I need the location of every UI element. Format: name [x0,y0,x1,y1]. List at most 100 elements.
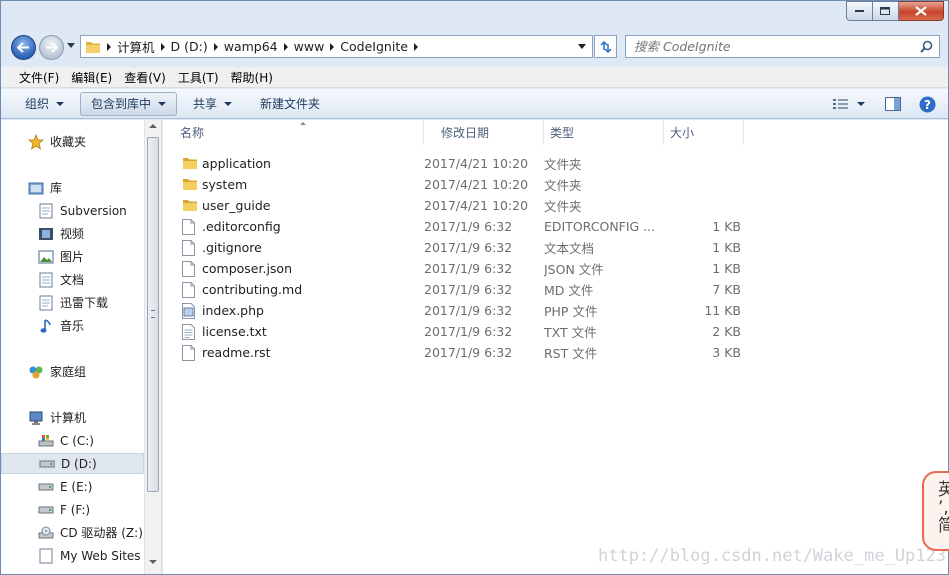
file-row[interactable]: index.php 2017/1/9 6:32 PHP 文件 11 KB [163,300,763,321]
nav-favorites-label: 收藏夹 [50,135,87,149]
file-name-cell[interactable]: system [163,177,424,193]
file-name: license.txt [202,324,267,339]
nav-music-label: 音乐 [60,319,85,333]
file-size: 1 KB [712,261,741,276]
nav-homegroup[interactable]: 家庭组 [1,361,144,382]
nav-drive-d[interactable]: D (D:) [1,453,144,474]
nav-xunlei-downloads[interactable]: 迅雷下载 [1,292,144,313]
scroll-down-arrow-icon[interactable] [149,560,157,564]
breadcrumb-wamp64[interactable]: wamp64 [224,39,278,54]
folder-icon [86,41,100,53]
file-name-cell[interactable]: composer.json [163,260,424,277]
search-box[interactable] [625,35,940,58]
organize-button[interactable]: 组织 [15,92,74,116]
help-button[interactable]: ? [911,92,948,116]
nav-my-web-sites[interactable]: My Web Sites [1,545,144,566]
close-button[interactable] [899,1,944,21]
file-name-cell[interactable]: license.txt [163,323,424,340]
nav-drive-e[interactable]: E (E:) [1,476,144,497]
nav-pictures[interactable]: 图片 [1,246,144,267]
change-view-button[interactable] [829,92,853,116]
file-name-cell[interactable]: contributing.md [163,281,424,298]
refresh-button[interactable] [594,35,617,58]
column-header-size[interactable]: 大小 [664,120,744,145]
preview-pane-icon [885,97,901,111]
nav-cd-drive[interactable]: CD 驱动器 (Z:) [1,522,144,543]
breadcrumb-separator[interactable] [107,42,111,51]
back-button[interactable] [11,35,36,60]
include-in-library-button[interactable]: 包含到库中 [80,91,178,116]
file-row[interactable]: system 2017/4/21 10:20 文件夹 [163,174,763,195]
column-header-name[interactable]: 名称 [163,120,424,145]
file-type: MD 文件 [544,283,594,298]
file-date: 2017/1/9 6:32 [424,345,513,360]
file-name: .editorconfig [202,219,281,234]
view-options-dropdown[interactable] [853,92,875,116]
breadcrumb-drive-d[interactable]: D (D:) [171,39,208,54]
nav-libraries[interactable]: 库 [1,177,144,198]
file-row[interactable]: user_guide 2017/4/21 10:20 文件夹 [163,195,763,216]
file-row[interactable]: contributing.md 2017/1/9 6:32 MD 文件 7 KB [163,279,763,300]
nav-drive-f[interactable]: F (F:) [1,499,144,520]
address-bar[interactable]: 计算机 D (D:) wamp64 www CodeIgnite [80,35,593,58]
file-name-cell[interactable]: index.php [163,302,424,319]
nav-computer[interactable]: 计算机 [1,407,144,428]
menu-tools[interactable]: 工具(T) [172,69,225,86]
refresh-icon [599,40,612,53]
breadcrumb-www[interactable]: www [294,39,325,54]
file-name-cell[interactable]: .gitignore [163,239,424,256]
menu-edit[interactable]: 编辑(E) [65,69,118,86]
search-input[interactable] [626,39,906,54]
file-icon [182,281,196,298]
search-icon[interactable] [920,40,933,53]
file-row[interactable]: application 2017/4/21 10:20 文件夹 [163,153,763,174]
nav-drive-c-label: C (C:) [60,433,94,448]
hard-drive-icon [38,479,54,495]
nav-documents[interactable]: 文档 [1,269,144,290]
file-name-cell[interactable]: .editorconfig [163,218,424,235]
nav-scrollbar[interactable] [144,120,161,574]
nav-drive-c[interactable]: C (C:) [1,430,144,451]
breadcrumb-codeignite[interactable]: CodeIgnite [340,39,408,54]
new-folder-button[interactable]: 新建文件夹 [250,92,330,116]
minimize-button[interactable] [846,1,873,21]
file-date: 2017/1/9 6:32 [424,261,513,276]
scroll-grip [151,310,155,318]
menu-help[interactable]: 帮助(H) [225,69,279,86]
breadcrumb-separator[interactable] [213,42,218,51]
file-row[interactable]: license.txt 2017/1/9 6:32 TXT 文件 2 KB [163,321,763,342]
sort-ascending-icon [300,122,306,125]
breadcrumb-computer[interactable]: 计算机 [117,37,155,56]
column-header-date[interactable]: 修改日期 [424,120,544,145]
file-date: 2017/1/9 6:32 [424,240,513,255]
nav-music[interactable]: 音乐 [1,315,144,336]
breadcrumb-separator[interactable] [413,42,418,51]
address-dropdown-icon[interactable] [578,44,586,49]
menu-view[interactable]: 查看(V) [118,69,172,86]
share-button[interactable]: 共享 [183,92,242,116]
file-row[interactable]: .editorconfig 2017/1/9 6:32 EDITORCONFIG .… [163,216,763,237]
breadcrumb-separator[interactable] [160,42,165,51]
file-name-cell[interactable]: application [163,156,424,172]
preview-pane-button[interactable] [875,92,911,116]
nav-libraries-label: 库 [50,181,63,195]
menu-file[interactable]: 文件(F) [13,69,65,86]
breadcrumb-separator[interactable] [330,42,335,51]
file-date: 2017/1/9 6:32 [424,219,513,234]
file-row[interactable]: .gitignore 2017/1/9 6:32 文本文档 1 KB [163,237,763,258]
nav-favorites[interactable]: 收藏夹 [1,131,144,152]
file-row[interactable]: readme.rst 2017/1/9 6:32 RST 文件 3 KB [163,342,763,363]
scroll-thumb[interactable] [147,137,159,492]
scroll-up-arrow-icon[interactable] [149,124,157,128]
file-name-cell[interactable]: user_guide [163,198,424,214]
file-row[interactable]: composer.json 2017/1/9 6:32 JSON 文件 1 KB [163,258,763,279]
column-header-type[interactable]: 类型 [544,120,664,145]
file-name-cell[interactable]: readme.rst [163,344,424,361]
nav-subversion[interactable]: Subversion [1,200,144,221]
maximize-button[interactable] [873,1,899,21]
history-dropdown-icon[interactable] [67,43,76,49]
file-type: 文件夹 [544,199,582,214]
nav-videos[interactable]: 视频 [1,223,144,244]
forward-button[interactable] [39,35,64,60]
breadcrumb-separator[interactable] [283,42,288,51]
